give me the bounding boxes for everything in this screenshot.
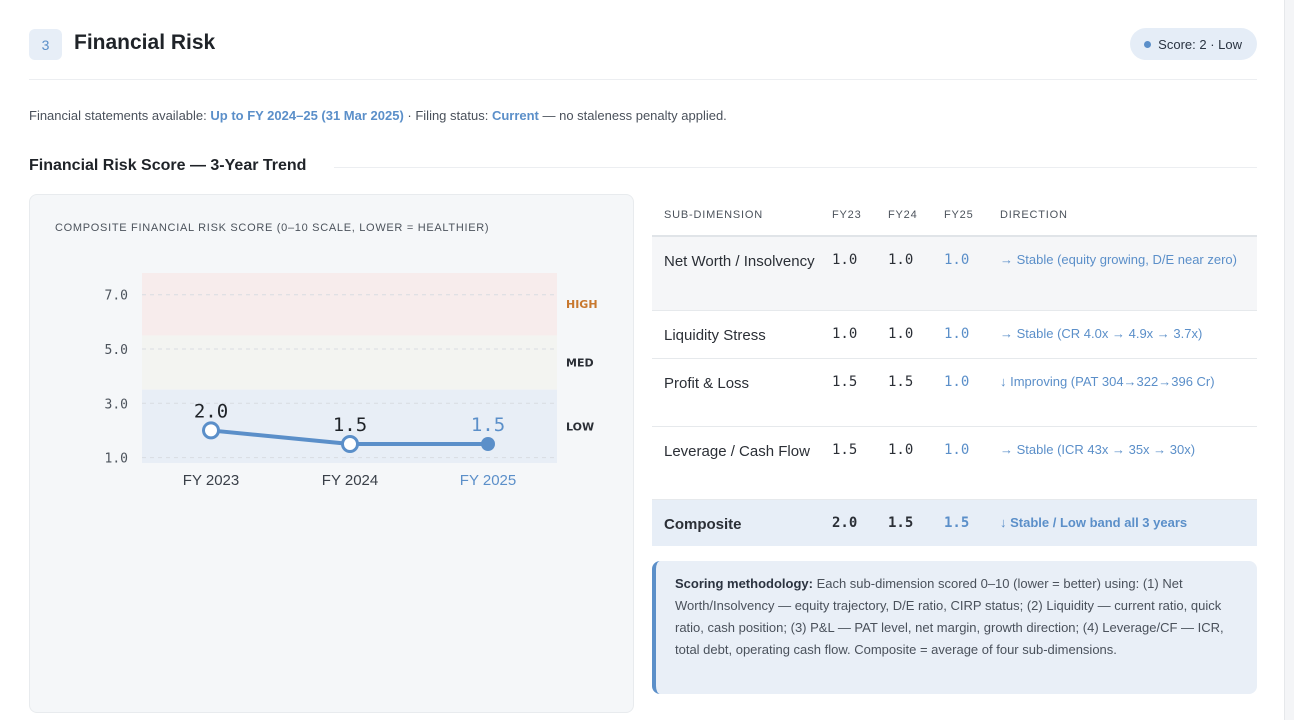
data-label: 2.0: [194, 400, 228, 422]
header-sub-dimension: SUB-DIMENSION: [652, 194, 832, 237]
row-fy24: 1.0: [888, 236, 944, 311]
row-direction: → Stable (ICR 43x → 35x → 30x): [1000, 426, 1257, 500]
row-name: Liquidity Stress: [652, 310, 832, 359]
header-fy24: FY24: [888, 194, 944, 237]
row-fy23: 1.5: [832, 358, 888, 427]
score-dot-icon: [1144, 40, 1152, 48]
data-point: [202, 421, 220, 440]
row-fy24: 1.5: [888, 358, 944, 427]
table-row: Leverage / Cash Flow 1.5 1.0 1.0 → Stabl…: [652, 426, 1257, 500]
data-point: [341, 435, 359, 453]
row-name: Leverage / Cash Flow: [652, 426, 832, 500]
header-fy25: FY25: [944, 194, 1000, 237]
section-title: Financial Risk: [74, 31, 216, 54]
section-number-badge: 3: [29, 29, 62, 60]
trend-heading: Financial Risk Score — 3-Year Trend: [29, 157, 307, 174]
methodology-label: Scoring methodology:: [675, 576, 813, 591]
data-label: 1.5: [333, 414, 367, 436]
data-point: [481, 437, 495, 451]
row-name: Net Worth / Insolvency: [652, 236, 832, 311]
composite-fy23: 2.0: [832, 499, 888, 546]
methodology-note: Scoring methodology: Each sub-dimension …: [652, 561, 1257, 694]
row-fy25: 1.0: [944, 358, 1000, 427]
y-tick-label: 7.0: [105, 289, 128, 304]
row-fy24: 1.0: [888, 310, 944, 359]
chart-card: COMPOSITE FINANCIAL RISK SCORE (0–10 SCA…: [29, 194, 634, 713]
table-row: Profit & Loss 1.5 1.5 1.0 ↓ Improving (P…: [652, 358, 1257, 427]
table-header-row: SUB-DIMENSION FY23 FY24 FY25 DIRECTION: [652, 194, 1257, 237]
section-header: 3 Financial Risk Score: 2 · Low: [29, 28, 1257, 80]
composite-fy25: 1.5: [944, 499, 1000, 546]
statement-mid: · Filing status:: [403, 108, 492, 123]
statement-suffix: — no staleness penalty applied.: [538, 108, 727, 123]
band-high: [142, 273, 557, 336]
filing-status: Current: [491, 108, 539, 123]
data-label: 1.5: [471, 414, 505, 436]
sub-dimension-table-wrap: SUB-DIMENSION FY23 FY24 FY25 DIRECTION N…: [652, 194, 1257, 546]
header-fy23: FY23: [832, 194, 888, 237]
table-row: Net Worth / Insolvency 1.0 1.0 1.0 → Sta…: [652, 236, 1257, 311]
x-tick-label: FY 2025: [460, 472, 516, 489]
row-fy25: 1.0: [944, 426, 1000, 500]
row-fy23: 1.5: [832, 426, 888, 500]
statement-prefix: Financial statements available:: [29, 108, 211, 123]
row-fy25: 1.0: [944, 310, 1000, 359]
band-label-low: LOW: [566, 420, 594, 433]
composite-name: Composite: [652, 499, 832, 546]
header-direction: DIRECTION: [1000, 194, 1257, 237]
trend-chart: HIGH MED LOW 7.0 5.0 3.0 1.0 2.0 FY 2023 1.5 FY 20…: [105, 273, 598, 489]
row-fy25: 1.0: [944, 236, 1000, 311]
sub-dimension-table: SUB-DIMENSION FY23 FY24 FY25 DIRECTION N…: [652, 194, 1257, 546]
row-fy23: 1.0: [832, 310, 888, 359]
table-row: Liquidity Stress 1.0 1.0 1.0 → Stable (C…: [652, 310, 1257, 359]
row-fy23: 1.0: [832, 236, 888, 311]
row-name: Profit & Loss: [652, 358, 832, 427]
score-badge: Score: 2 · Low: [1130, 28, 1257, 60]
row-direction: → Stable (equity growing, D/E near zero): [1000, 236, 1257, 311]
band-label-med: MED: [566, 357, 594, 370]
trend-heading-divider: [334, 167, 1257, 168]
row-direction: ↓ Improving (PAT 304→322→396 Cr): [1000, 358, 1257, 427]
y-tick-label: 3.0: [105, 397, 128, 412]
y-tick-label: 1.0: [105, 452, 128, 467]
composite-direction: ↓ Stable / Low band all 3 years: [1000, 499, 1257, 546]
band-label-high: HIGH: [566, 298, 598, 311]
composite-row: Composite 2.0 1.5 1.5 ↓ Stable / Low ban…: [652, 499, 1257, 546]
row-fy24: 1.0: [888, 426, 944, 500]
statement-period: Up to FY 2024–25 (31 Mar 2025): [210, 108, 404, 123]
band-med: [142, 335, 557, 390]
statement-availability-line: Financial statements available: Up to FY…: [29, 108, 727, 123]
x-tick-label: FY 2024: [322, 472, 378, 489]
y-tick-label: 5.0: [105, 343, 128, 358]
row-direction: → Stable (CR 4.0x → 4.9x → 3.7x): [1000, 310, 1257, 359]
x-tick-label: FY 2023: [183, 472, 239, 489]
composite-fy24: 1.5: [888, 499, 944, 546]
score-badge-label: Score: 2 · Low: [1158, 36, 1242, 52]
page-edge-scrollbar: [1284, 0, 1294, 720]
